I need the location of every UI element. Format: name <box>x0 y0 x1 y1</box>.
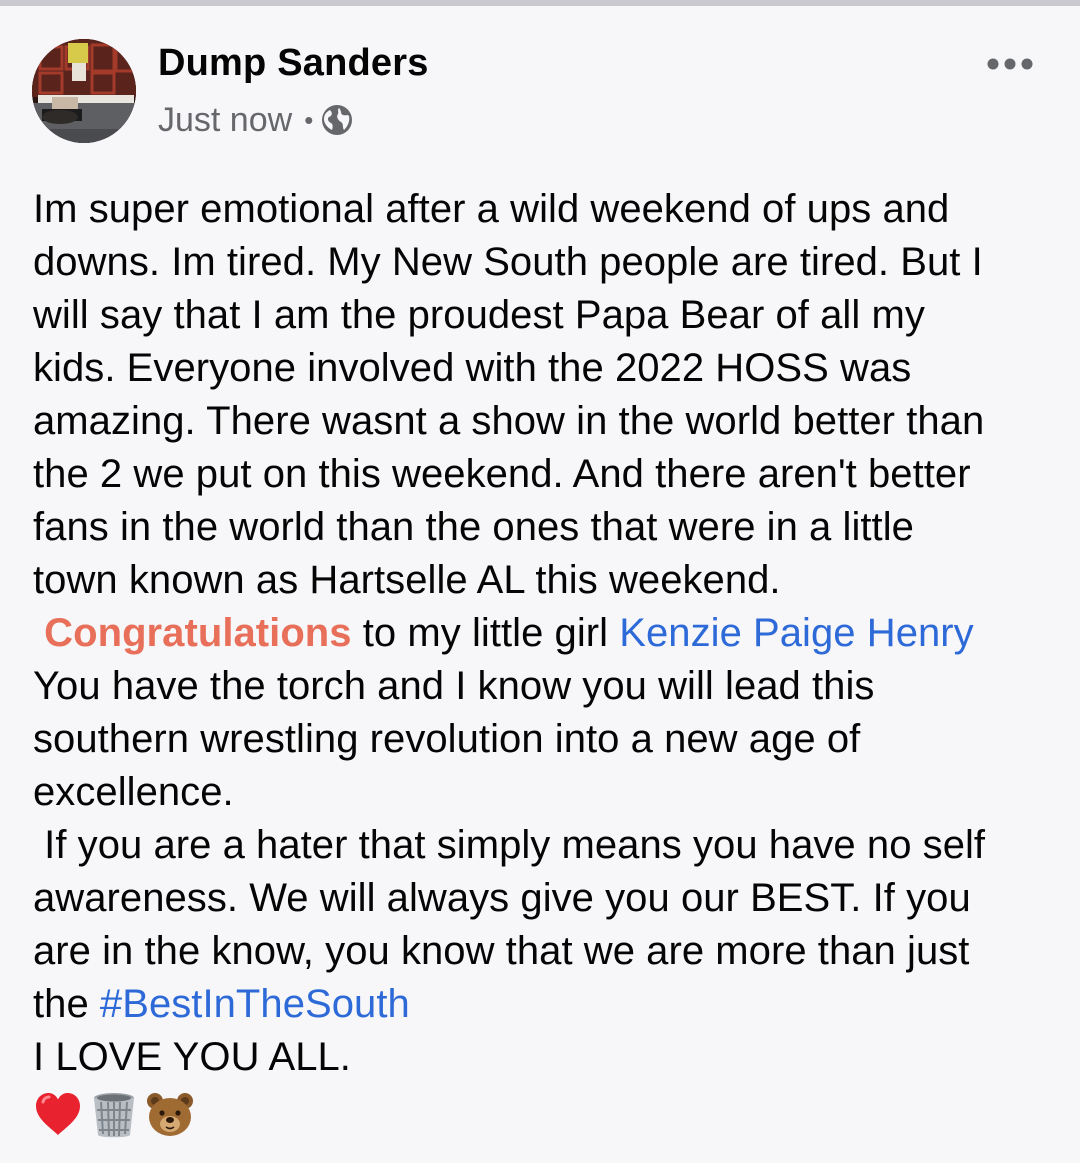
post-text-line: excellence. <box>33 770 234 814</box>
post-text-line: If you are a hater that simply means you… <box>33 823 986 867</box>
tagged-person-link[interactable]: Kenzie Paige Henry <box>619 611 973 655</box>
post-header: Dump Sanders Just now • <box>0 6 1080 156</box>
more-options-button[interactable] <box>984 44 1036 84</box>
post-text-line: fans in the world than the ones that wer… <box>33 505 914 549</box>
bear-face-icon <box>147 1093 193 1136</box>
red-heart-icon <box>36 1093 80 1135</box>
post-text-line: kids. Everyone involved with the 2022 HO… <box>33 346 912 390</box>
post-text-line: awareness. We will always give you our B… <box>33 876 971 920</box>
post-text-line: amazing. There wasnt a show in the world… <box>33 399 985 443</box>
post-text-fragment: to my little girl <box>351 611 620 655</box>
post-text-fragment: the <box>33 982 100 1026</box>
avatar-photo-icon <box>32 39 136 143</box>
emoji-row <box>33 1086 1043 1144</box>
author-name[interactable]: Dump Sanders <box>158 42 429 85</box>
post-text-line: town known as Hartselle AL this weekend. <box>33 558 781 602</box>
post-meta: Just now • <box>158 100 353 140</box>
facebook-post: Dump Sanders Just now • Im super emotion… <box>0 6 1080 1163</box>
globe-icon[interactable] <box>321 104 353 136</box>
post-body: Im super emotional after a wild weekend … <box>33 183 1043 1144</box>
post-text-line: are in the know, you know that we are mo… <box>33 929 970 973</box>
post-text-line: will say that I am the proudest Papa Bea… <box>33 293 925 337</box>
congratulations-text: Congratulations <box>44 611 352 655</box>
post-text-line: I LOVE YOU ALL. <box>33 1035 351 1079</box>
more-horizontal-icon <box>987 58 1033 70</box>
post-text-line: You have the torch and I know you will l… <box>33 664 875 708</box>
post-text-line: the 2 we put on this weekend. And there … <box>33 452 971 496</box>
post-text-line: southern wrestling revolution into a new… <box>33 717 861 761</box>
hashtag-link[interactable]: #BestInTheSouth <box>100 982 410 1026</box>
post-text-line-congrats: Congratulations to my little girl Kenzie… <box>33 607 1043 660</box>
author-avatar[interactable] <box>32 39 136 143</box>
post-timestamp[interactable]: Just now <box>158 101 292 140</box>
post-text-line-hashtag: the #BestInTheSouth <box>33 978 1043 1031</box>
post-text-line: Im super emotional after a wild weekend … <box>33 187 950 231</box>
meta-separator: • <box>304 105 314 135</box>
wastebasket-icon <box>94 1093 134 1138</box>
post-text-line: downs. Im tired. My New South people are… <box>33 240 983 284</box>
